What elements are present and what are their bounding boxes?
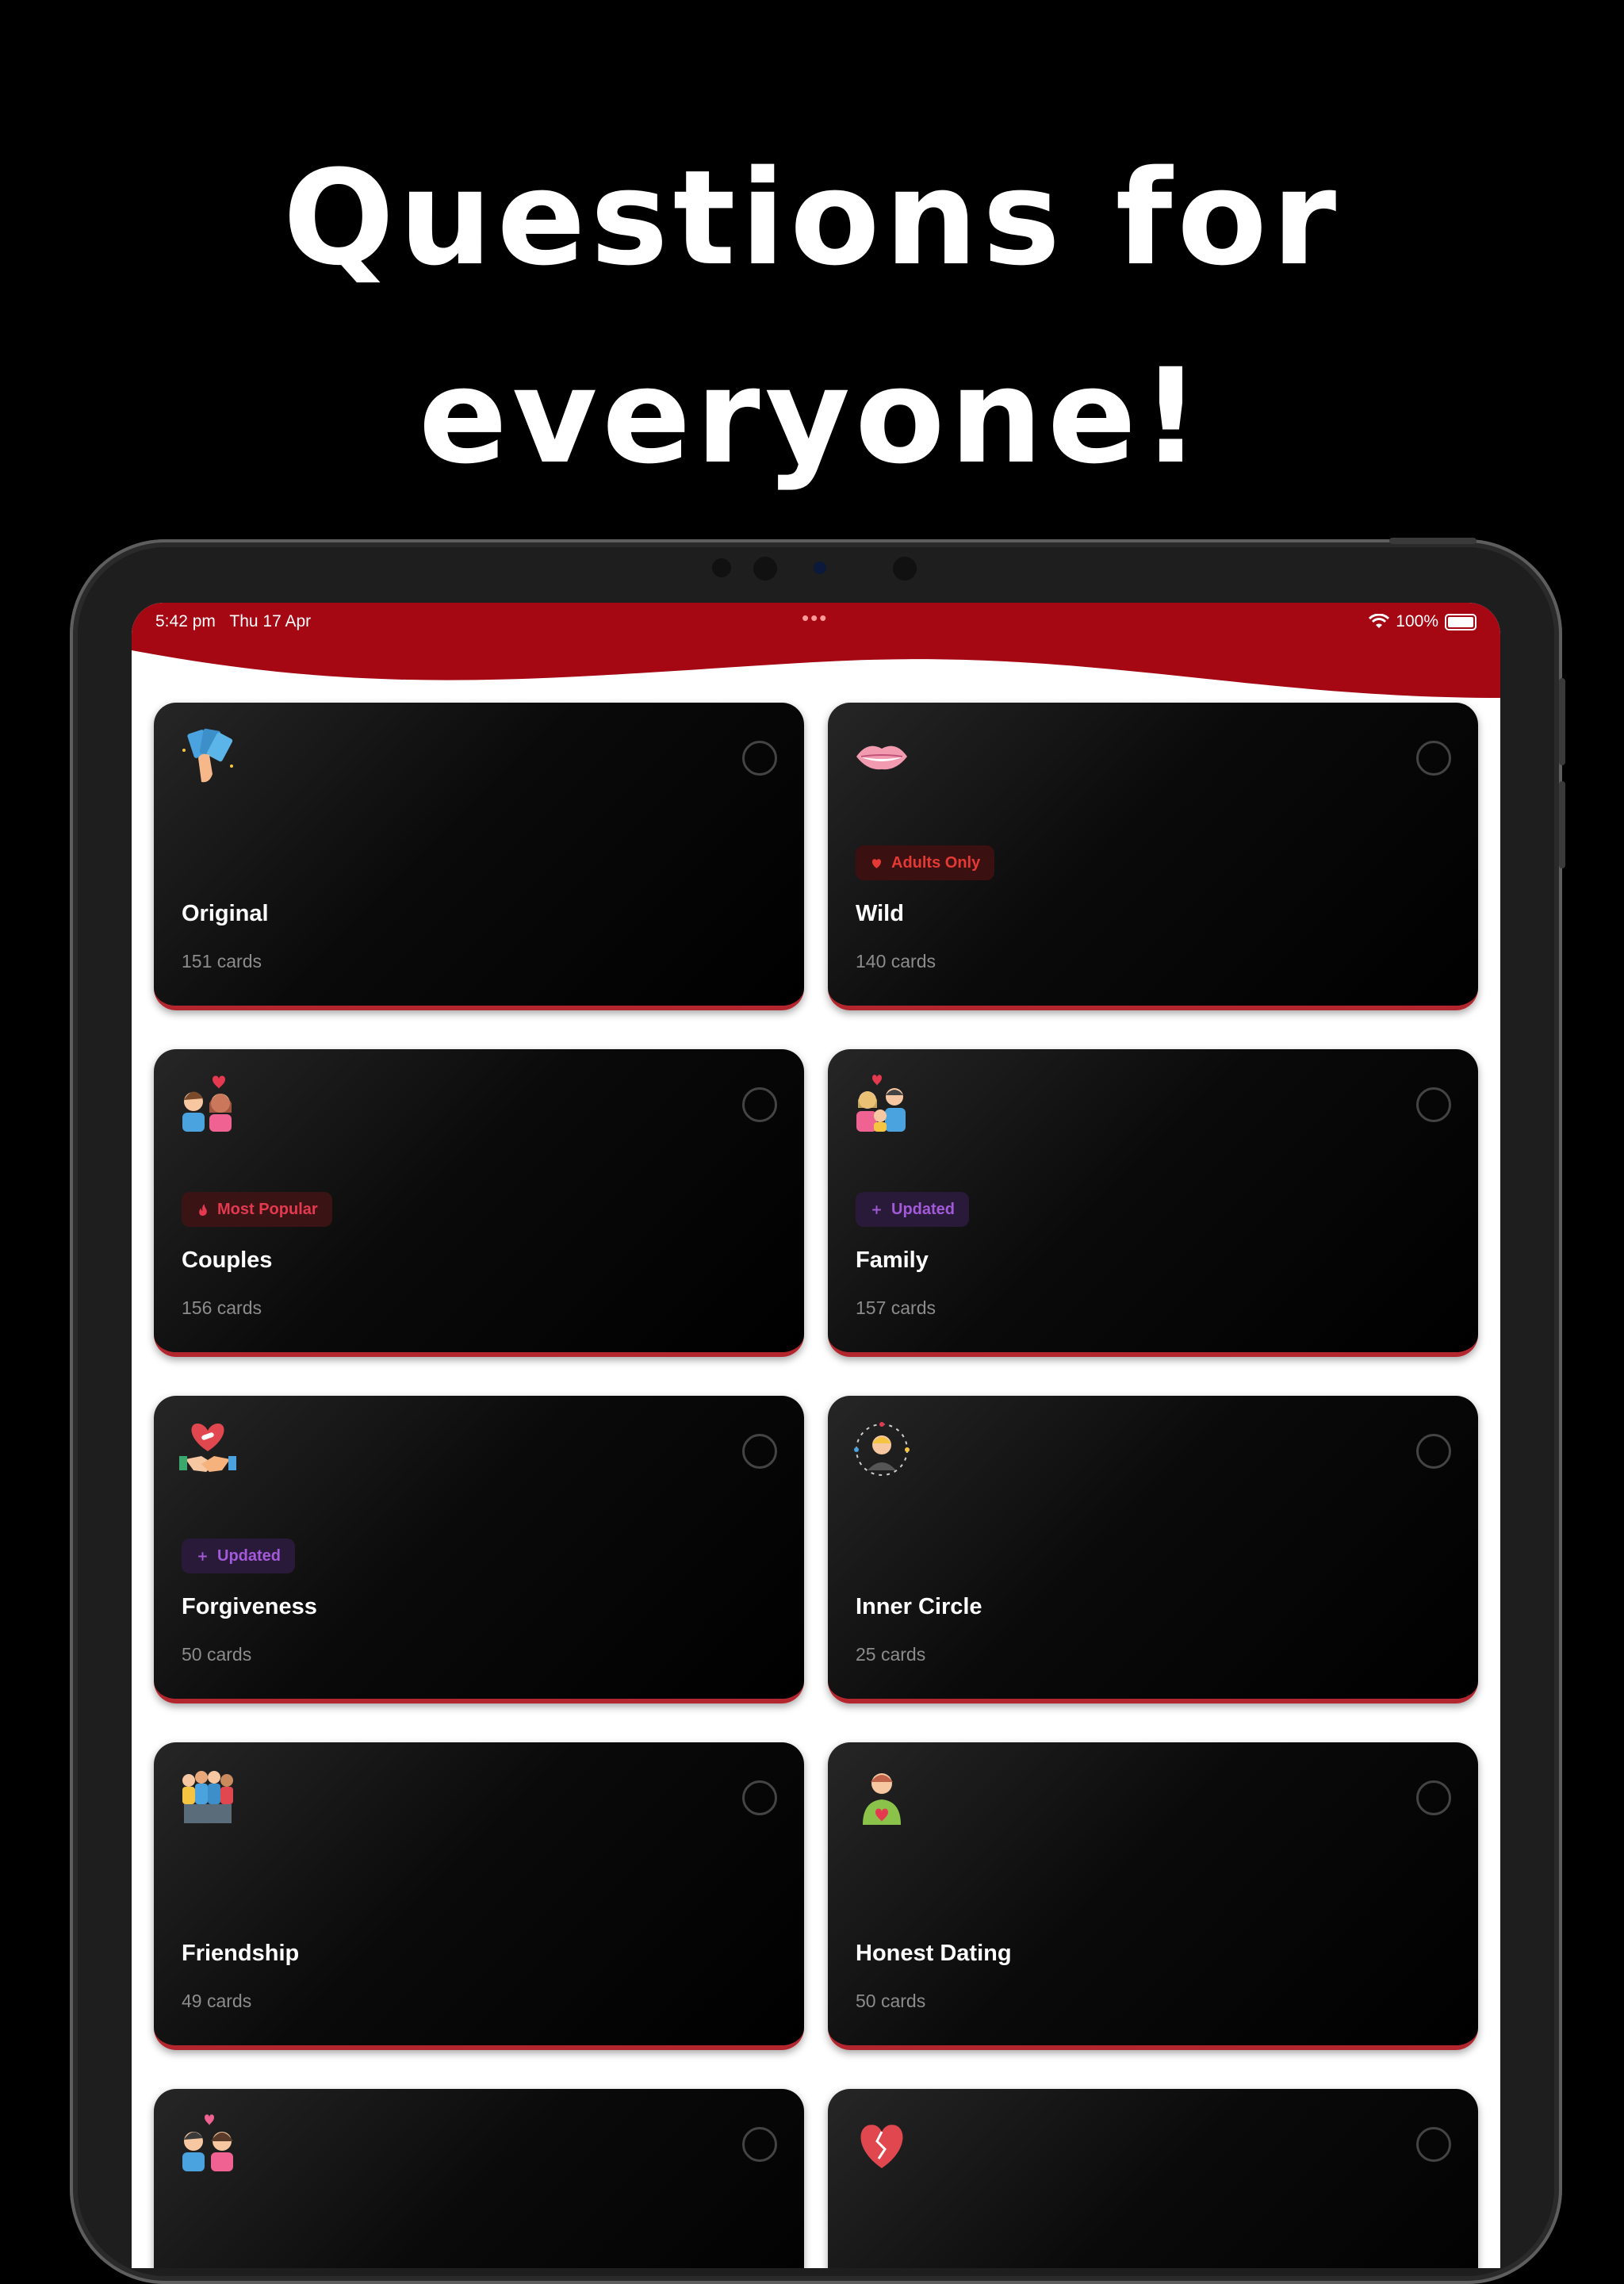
- updated-badge: Updated: [856, 1192, 969, 1227]
- headline-line-2: everyone!: [418, 340, 1206, 492]
- heart-icon: [871, 858, 882, 868]
- deck-title: Original: [182, 901, 269, 926]
- flame-icon: [199, 1203, 207, 1216]
- select-radio[interactable]: [742, 1434, 777, 1469]
- deck-card[interactable]: Honest Dating 50 cards: [828, 1742, 1478, 2050]
- deck-card[interactable]: Updated Forgiveness 50 cards: [154, 1396, 804, 1703]
- plus-icon: [198, 1551, 207, 1561]
- person-circle-icon: [854, 1422, 910, 1476]
- deck-card-count: 50 cards: [856, 1991, 926, 2011]
- camera-lens-2: [893, 557, 917, 581]
- person-heart-icon: [863, 1773, 901, 1825]
- deck-title: Family: [856, 1247, 929, 1273]
- broken-heart-icon: [860, 2125, 903, 2168]
- deck-card[interactable]: Updated Family 157 cards: [828, 1049, 1478, 1357]
- status-right: 100%: [1369, 612, 1477, 631]
- popular-badge: Most Popular: [182, 1192, 332, 1227]
- deck-card-count: 25 cards: [856, 1644, 926, 1665]
- battery-percent: 100%: [1396, 612, 1438, 630]
- deck-title: Wild: [856, 901, 904, 926]
- select-radio[interactable]: [742, 2127, 777, 2162]
- cards-hand-icon: [182, 728, 233, 783]
- deck-card[interactable]: [154, 2089, 804, 2268]
- deck-card[interactable]: Inner Circle 25 cards: [828, 1396, 1478, 1703]
- deck-card[interactable]: Adults Only Wild 140 cards: [828, 703, 1478, 1010]
- deck-title: Inner Circle: [856, 1594, 982, 1619]
- select-radio[interactable]: [1416, 2127, 1451, 2162]
- headline-line-1: Questions for: [282, 142, 1342, 294]
- select-radio[interactable]: [1416, 1780, 1451, 1815]
- plus-icon: [872, 1205, 881, 1214]
- adult-badge: Adults Only: [856, 845, 995, 880]
- camera-lens: [753, 557, 777, 581]
- deck-card[interactable]: Friendship 49 cards: [154, 1742, 804, 2050]
- updated-badge: Updated: [182, 1539, 295, 1573]
- deck-card-count: 49 cards: [182, 1991, 252, 2011]
- status-time: 5:42 pm Thu 17 Apr: [155, 612, 312, 630]
- select-radio[interactable]: [742, 741, 777, 776]
- deck-card-count: 157 cards: [856, 1297, 936, 1318]
- friends-group-icon: [182, 1771, 233, 1823]
- badge-label: Updated: [891, 1200, 955, 1218]
- deck-title: Forgiveness: [182, 1594, 317, 1619]
- badge-label: Updated: [217, 1546, 281, 1565]
- headline: Questions for everyone!: [0, 119, 1624, 515]
- select-radio[interactable]: [1416, 741, 1451, 776]
- select-radio[interactable]: [1416, 1434, 1451, 1469]
- top-button: [1389, 538, 1477, 544]
- deck-card-count: 156 cards: [182, 1297, 262, 1318]
- deck-card[interactable]: [828, 2089, 1478, 2268]
- family-icon: [856, 1075, 906, 1132]
- deck-card-count: 140 cards: [856, 951, 936, 971]
- badge-label: Most Popular: [217, 1200, 318, 1218]
- volume-down-button: [1559, 781, 1565, 868]
- deck-title: Couples: [182, 1247, 273, 1273]
- deck-card-count: 151 cards: [182, 951, 262, 971]
- select-radio[interactable]: [1416, 1087, 1451, 1122]
- volume-up-button: [1559, 678, 1565, 765]
- deck-card[interactable]: Most Popular Couples 156 cards: [154, 1049, 804, 1357]
- select-radio[interactable]: [742, 1780, 777, 1815]
- couple-heart-icon: [182, 1075, 232, 1132]
- camera-sensor: [814, 561, 826, 574]
- select-radio[interactable]: [742, 1087, 777, 1122]
- deck-title: Honest Dating: [856, 1941, 1012, 1966]
- multitask-dots[interactable]: •••: [802, 606, 828, 630]
- badge-label: Adults Only: [891, 853, 981, 872]
- lips-icon: [856, 745, 907, 770]
- battery-icon: [1445, 613, 1477, 630]
- couple-icon: [182, 2114, 233, 2171]
- deck-title: Friendship: [182, 1941, 300, 1966]
- wifi-icon: [1369, 614, 1390, 628]
- heart-handshake-icon: [179, 1423, 236, 1472]
- deck-card[interactable]: Original 151 cards: [154, 703, 804, 1010]
- camera-dot: [712, 558, 731, 577]
- app-screen: 5:42 pm Thu 17 Apr ••• 100% Original 151 …: [132, 603, 1500, 2268]
- deck-card-count: 50 cards: [182, 1644, 252, 1665]
